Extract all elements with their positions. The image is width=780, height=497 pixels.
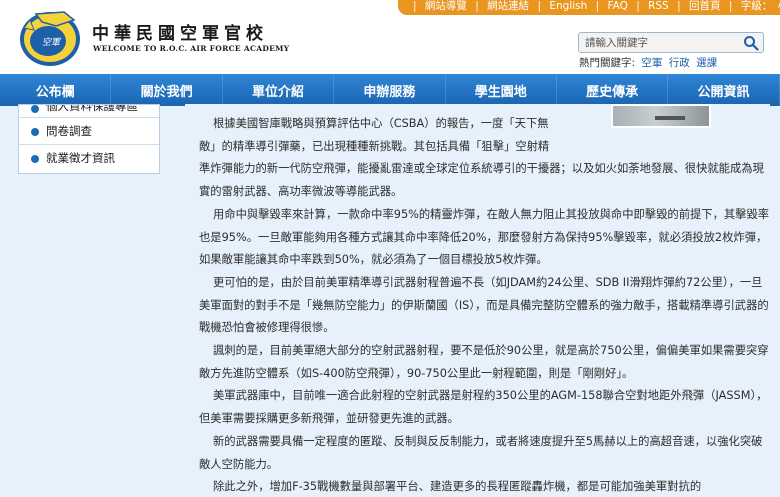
bullet-icon: [31, 128, 39, 136]
nav-item-services[interactable]: 申辦服務: [334, 74, 446, 106]
top-link-english[interactable]: English: [549, 0, 587, 13]
site-header: 空軍 中華民國空軍官校 WELCOME TO R.O.C. AIR FORCE …: [0, 0, 780, 74]
nav-item-history[interactable]: 歷史傳承: [557, 74, 669, 106]
separator: |: [595, 0, 600, 12]
sidebar-menu: 個人資料保護專區 問卷調查 就業徵才資訊: [18, 104, 160, 174]
svg-text:空軍: 空軍: [42, 37, 62, 48]
article-area: 根據美國智庫戰略與預算評估中心（CSBA）的報告，一度「天下無 敵」的精準導引彈…: [185, 104, 770, 497]
nav-item-about[interactable]: 關於我們: [111, 74, 223, 106]
top-link-home[interactable]: 回首頁: [689, 0, 721, 13]
article-body: 根據美國智庫戰略與預算評估中心（CSBA）的報告，一度「天下無 敵」的精準導引彈…: [199, 113, 770, 497]
hot-keyword-link[interactable]: 空軍: [641, 57, 662, 69]
separator: |: [413, 0, 417, 12]
separator: |: [636, 0, 640, 12]
separator: |: [728, 0, 733, 12]
article-paragraph: 除此之外，增加F-35戰機數量與部署平台、建造更多的長程匿蹤轟炸機，都是可能加強…: [213, 480, 702, 494]
sidebar-item-survey[interactable]: 問卷調查: [19, 118, 159, 145]
article-paragraph: 諷刺的是，目前美軍絕大部分的空射武器射程，要不是低於90公里，就是高於750公里…: [199, 344, 769, 380]
article-paragraph: 美軍武器庫中，目前唯一適合此射程的空射武器是射程約350公里的AGM-158聯合…: [199, 389, 768, 426]
sidebar-item-privacy[interactable]: 個人資料保護專區: [19, 105, 159, 118]
article-paragraph: 根據美國智庫戰略與預算評估中心（CSBA）的報告，一度「天下無: [213, 117, 549, 130]
sidebar-item-label: 就業徵才資訊: [46, 151, 115, 165]
top-link-links[interactable]: 網站連結: [487, 0, 529, 13]
nav-item-units[interactable]: 單位介紹: [223, 74, 335, 106]
search-icon[interactable]: [743, 35, 759, 51]
nav-item-public-info[interactable]: 公開資訊: [668, 74, 780, 106]
top-links-bar: | 網站導覽 | 網站連結 | English | FAQ | RSS | 回首…: [398, 0, 780, 15]
hot-keywords-label: 熱門關鍵字:: [579, 57, 636, 69]
bullet-icon: [31, 155, 39, 163]
search-input[interactable]: [579, 33, 739, 52]
nav-item-bulletin[interactable]: 公布欄: [0, 74, 112, 106]
academy-logo-icon[interactable]: 空軍: [16, 6, 84, 68]
sidebar-item-jobs[interactable]: 就業徵才資訊: [19, 145, 159, 172]
hot-keyword-link[interactable]: 行政: [669, 57, 690, 69]
separator: |: [677, 0, 681, 12]
hot-keyword-link[interactable]: 選課: [696, 57, 717, 69]
separator: |: [475, 0, 479, 12]
top-link-sitemap[interactable]: 網站導覽: [425, 0, 467, 13]
site-subtitle: WELCOME TO R.O.C. AIR FORCE ACADEMY: [93, 44, 290, 53]
sidebar-item-label: 問卷調查: [46, 124, 92, 138]
article-paragraph: 用命中與擊毀率來計算，一款命中率95%的精靈炸彈，在敵人無力阻止其投放與命中即擊…: [199, 207, 770, 267]
bullet-icon: [31, 105, 39, 113]
top-link-faq[interactable]: FAQ: [608, 0, 628, 13]
main-nav: 公布欄 關於我們 單位介紹 申辦服務 學生園地 歷史傳承 公開資訊: [0, 74, 780, 106]
nav-item-students[interactable]: 學生園地: [446, 74, 557, 106]
article-paragraph: 更可怕的是，由於目前美軍精準導引武器射程普遍不長（如JDAM約24公里、SDB …: [199, 275, 769, 335]
sidebar-item-label: 個人資料保護專區: [46, 105, 138, 113]
article-paragraph: 敵」的精準導引彈藥，已出現種種新挑戰。其包括具備「狙擊」空射精: [199, 139, 550, 153]
font-size-label: 字級：: [740, 0, 773, 12]
separator: |: [537, 0, 542, 12]
site-title: 中華民國空軍官校: [92, 24, 268, 44]
article-paragraph: 準炸彈能力的新一代防空飛彈，能擾亂雷達或全球定位系統導引的干擾器；以及如火如荼地…: [199, 162, 764, 199]
page: 空軍 中華民國空軍官校 WELCOME TO R.O.C. AIR FORCE …: [0, 0, 780, 497]
hot-keywords: 熱門關鍵字: 空軍 行政 選課: [579, 55, 717, 70]
top-link-rss[interactable]: RSS: [648, 0, 669, 13]
article-paragraph: 新的武器需要具備一定程度的匿蹤、反制與反反制能力，或者將速度提升至5馬赫以上的高…: [199, 434, 763, 471]
search-box: [578, 32, 764, 53]
